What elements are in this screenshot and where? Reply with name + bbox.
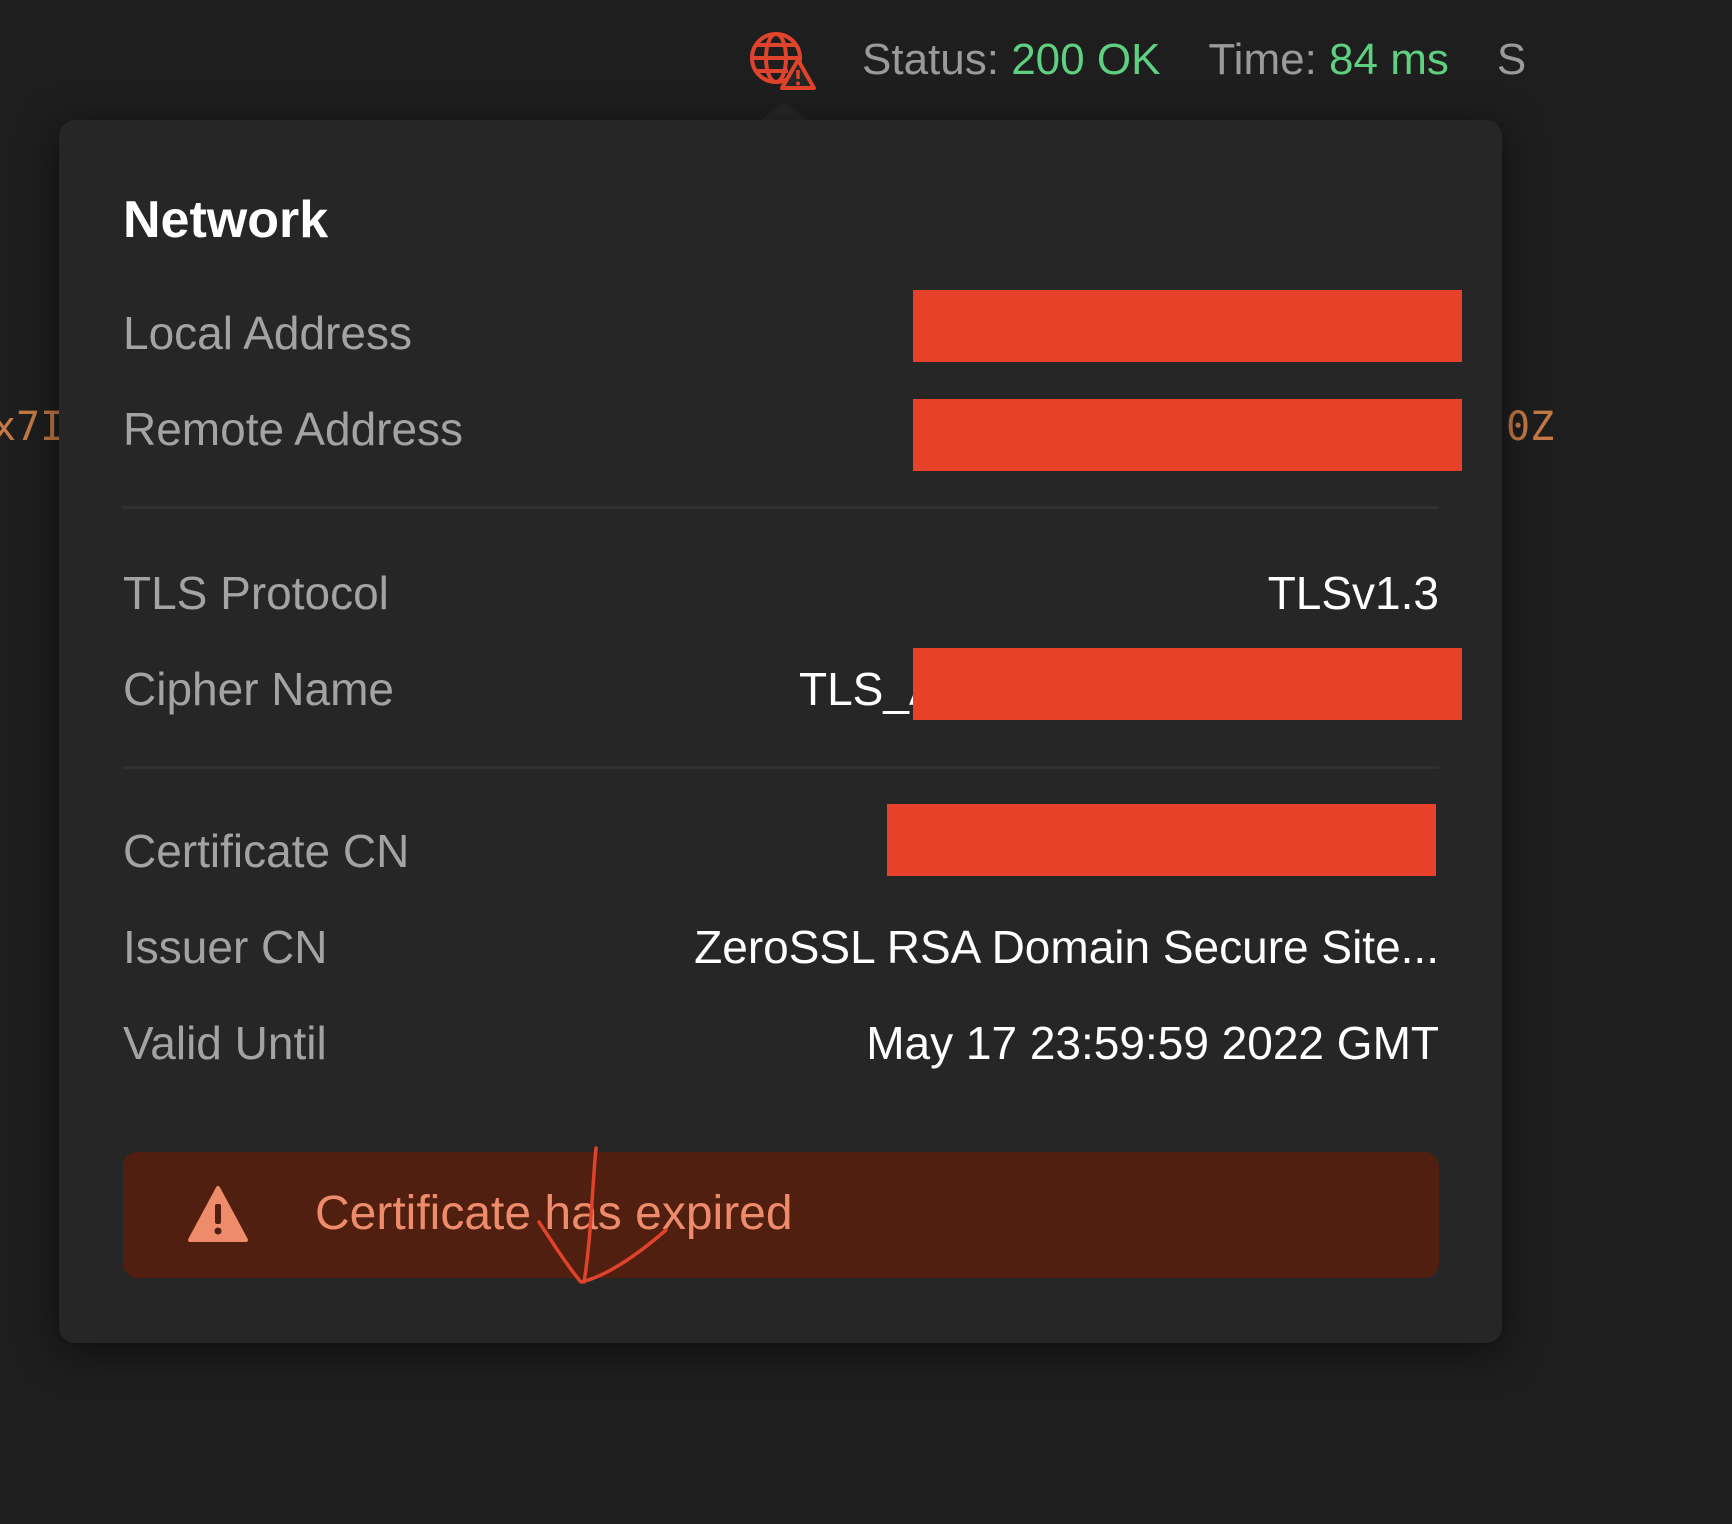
valid-until-row: Valid Until May 17 23:59:59 2022 GMT (123, 1016, 1439, 1076)
tls-protocol-row: TLS Protocol TLSv1.3 (123, 566, 1439, 626)
tls-protocol-label: TLS Protocol (123, 567, 389, 619)
divider (123, 506, 1439, 509)
certificate-expired-alert: Certificate has expired (123, 1152, 1439, 1278)
issuer-cn-value: ZeroSSL RSA Domain Secure Site... (694, 921, 1439, 973)
tls-protocol-value: TLSv1.3 (1267, 567, 1439, 619)
cipher-name-label: Cipher Name (123, 663, 394, 715)
response-status-bar: Status: 200 OK Time: 84 ms S (748, 28, 1526, 92)
popover-arrow (758, 102, 810, 122)
background-code-left: x7I (0, 404, 65, 450)
cipher-name-redaction (913, 648, 1462, 720)
network-popover: Network Local Address Remote Address TLS… (59, 120, 1502, 1343)
remote-address-label: Remote Address (123, 403, 464, 455)
remote-address-redaction (913, 399, 1462, 471)
local-address-redaction (913, 290, 1462, 362)
valid-until-label: Valid Until (123, 1017, 327, 1069)
certificate-cn-label: Certificate CN (123, 825, 410, 877)
globe-warning-icon[interactable] (748, 30, 816, 90)
certificate-cn-redaction (887, 804, 1436, 876)
popover-title: Network (123, 191, 329, 249)
valid-until-value: May 17 23:59:59 2022 GMT (866, 1017, 1439, 1069)
local-address-label: Local Address (123, 307, 412, 359)
size-label-truncated: S (1496, 35, 1527, 84)
warning-triangle-icon (187, 1184, 249, 1246)
issuer-cn-label: Issuer CN (123, 921, 328, 973)
time-value: 84 ms (1329, 35, 1449, 84)
issuer-cn-row: Issuer CN ZeroSSL RSA Domain Secure Site… (123, 920, 1439, 980)
status-label: Status: (862, 35, 999, 84)
hand-drawn-arrow-annotation (537, 1146, 668, 1284)
background-code-right: 0Z (1506, 404, 1555, 450)
time-label: Time: (1208, 35, 1317, 84)
status-value: 200 OK (1011, 35, 1161, 84)
divider (123, 766, 1439, 769)
